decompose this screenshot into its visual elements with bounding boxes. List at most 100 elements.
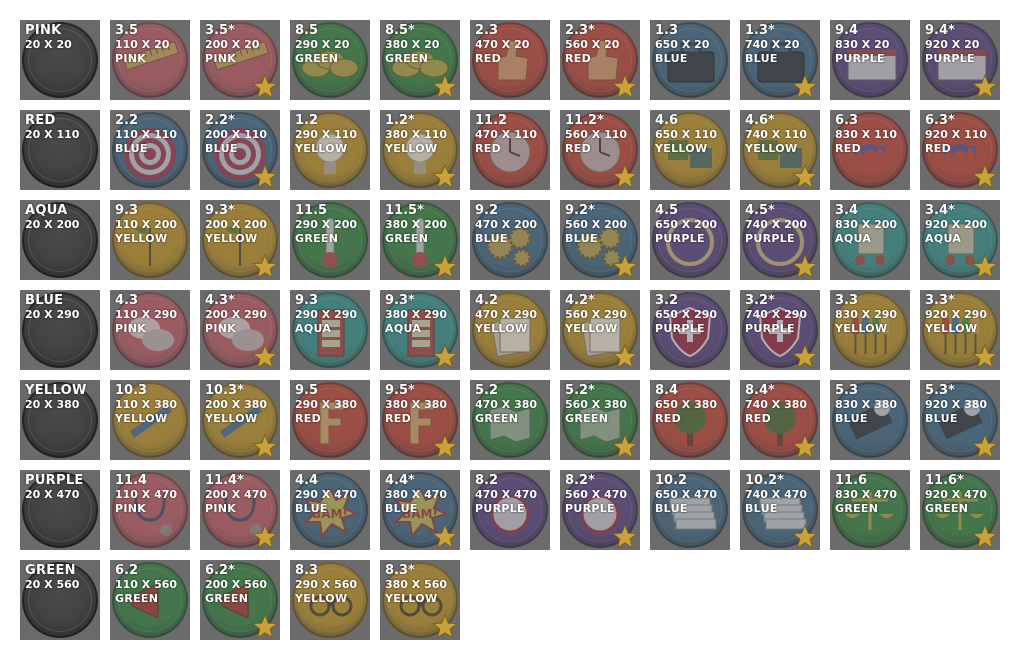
star-icon [972,254,998,279]
badge-caption: 11.2* 560 X 110 RED [565,113,627,156]
badge-caption: 4.3 110 X 290 PINK [115,293,177,336]
badge-color-name: YELLOW [205,412,258,425]
badge-code: 8.2* [565,473,595,488]
badge-caption: 10.2 650 X 470 BLUE [655,473,717,516]
badge-code: 4.4* [385,473,415,488]
badge-size: 200 X 200 [205,218,268,231]
star-icon [432,434,458,459]
badge-size: 830 X 380 [835,398,898,411]
badge-tile: 9.3 110 X 200 YELLOW [110,200,190,280]
badge-caption: 2.2 110 X 110 BLUE [115,113,177,156]
badge-code: 9.4* [925,23,955,38]
row-size-label: 20 X 200 [25,218,80,231]
badge-caption: 5.3* 920 X 380 BLUE [925,383,987,426]
row-size-label: 20 X 380 [25,398,80,411]
badge-tile: 3.5 110 X 20 PINK [110,20,190,100]
badge-code: 6.3 [835,113,859,128]
badge-tile: 3.2* 740 X 290 PURPLE [740,290,820,370]
badge-color-name: BLUE [475,232,508,245]
badge-tile: 1.3* 740 X 20 BLUE [740,20,820,100]
row-size-label: 20 X 110 [25,128,80,141]
badge-size: 290 X 380 [295,398,358,411]
badge-caption: 9.3* 380 X 290 AQUA [385,293,447,336]
badge-size: 470 X 110 [475,128,538,141]
row-header-caption: BLUE 20 X 290 [25,293,79,322]
badge-color-name: GREEN [385,52,429,65]
badge-tile: 3.5* 200 X 20 PINK [200,20,280,100]
row-header-tile: GREEN 20 X 560 [20,560,100,640]
badge-caption: 6.3* 920 X 110 RED [925,113,987,156]
badge-size: 290 X 20 [295,38,350,51]
badge-color-name: RED [385,412,412,425]
badge-caption: 8.5* 380 X 20 GREEN [385,23,439,66]
star-icon [612,434,638,459]
badge-color-name: RED [925,142,952,155]
badge-color-name: PURPLE [745,322,795,335]
star-icon [972,344,998,369]
badge-code: 9.3 [115,203,139,218]
badge-size: 920 X 200 [925,218,988,231]
badge-size: 650 X 110 [655,128,718,141]
badge-color-name: AQUA [835,232,872,245]
badge-color-name: YELLOW [295,142,348,155]
badge-size: 290 X 560 [295,578,358,591]
star-icon [432,74,458,99]
badge-caption: 6.2 110 X 560 GREEN [115,563,177,606]
badge-color-name: GREEN [205,592,249,605]
badge-color-name: BLUE [385,502,418,515]
badge-size: 290 X 470 [295,488,358,501]
star-icon [612,164,638,189]
badge-code: 9.5* [385,383,415,398]
badge-color-name: YELLOW [295,592,348,605]
badge-caption: 9.3* 200 X 200 YELLOW [205,203,267,246]
badge-code: 3.3* [925,293,955,308]
badge-size: 200 X 560 [205,578,268,591]
star-icon [252,614,278,639]
badge-size: 650 X 470 [655,488,718,501]
badge-code: 5.3* [925,383,955,398]
badge-color-name: BLUE [115,142,148,155]
badge-caption: 5.2* 560 X 380 GREEN [565,383,627,426]
badge-caption: 3.3 830 X 290 YELLOW [835,293,897,336]
badge-color-name: GREEN [295,232,339,245]
badge-tile: 1.2 290 X 110 YELLOW [290,110,370,190]
badge-caption: 5.2 470 X 380 GREEN [475,383,537,426]
badge-code: 4.3* [205,293,235,308]
badge-size: 920 X 380 [925,398,988,411]
badge-caption: 4.4 290 X 470 BLUE [295,473,357,516]
badge-color-name: PURPLE [475,502,525,515]
star-icon [792,434,818,459]
row-header-caption: YELLOW 20 X 380 [25,383,87,412]
badge-code: 4.3 [115,293,139,308]
badge-code: 8.3* [385,563,415,578]
row-header-tile: AQUA 20 X 200 [20,200,100,280]
badge-size: 920 X 470 [925,488,988,501]
badge-size: 830 X 200 [835,218,898,231]
badge-code: 8.4 [655,383,679,398]
badge-color-name: BLUE [655,502,688,515]
row-color-label: PURPLE [25,473,84,488]
badge-code: 4.6 [655,113,679,128]
badge-code: 4.5 [655,203,679,218]
row-size-label: 20 X 560 [25,578,80,591]
row-header-tile: BLUE 20 X 290 [20,290,100,370]
badge-tile: 3.2 650 X 290 PURPLE [650,290,730,370]
badge-size: 830 X 110 [835,128,898,141]
star-icon [792,74,818,99]
badge-caption: 11.5 290 X 200 GREEN [295,203,357,246]
row-size-label: 20 X 290 [25,308,80,321]
badge-size: 110 X 110 [115,128,178,141]
badge-color-name: YELLOW [925,322,978,335]
badge-code: 11.5 [295,203,328,218]
badge-caption: 11.4* 200 X 470 PINK [205,473,267,516]
badge-color-name: PURPLE [565,502,615,515]
badge-tile: 2.3* 560 X 20 RED [560,20,640,100]
badge-caption: 4.3* 200 X 290 PINK [205,293,267,336]
star-icon [612,344,638,369]
star-icon [612,254,638,279]
badge-caption: 10.3 110 X 380 YELLOW [115,383,177,426]
badge-size: 830 X 20 [835,38,890,51]
badge-tile: 8.5 290 X 20 GREEN [290,20,370,100]
badge-color-name: BLUE [925,412,958,425]
badge-tile: 5.3* 920 X 380 BLUE [920,380,1000,460]
